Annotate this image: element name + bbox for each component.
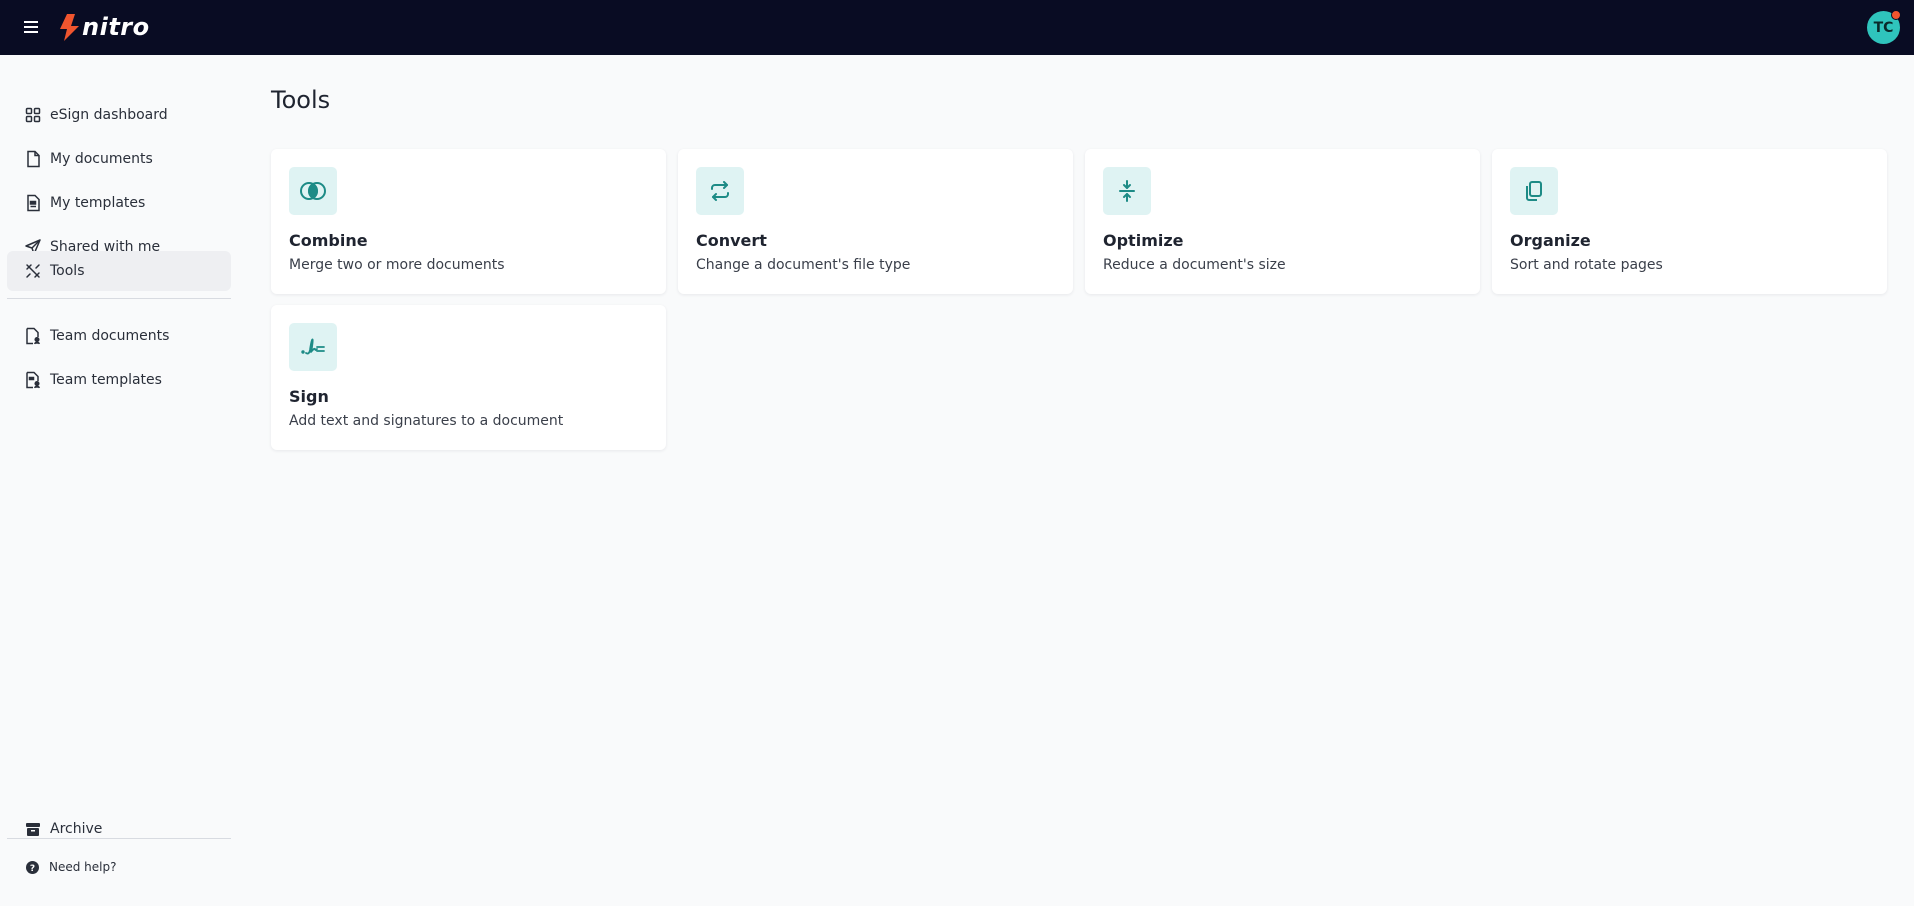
menu-icon[interactable] [22,16,42,38]
sidebar-item-label: Archive [50,821,103,837]
notification-dot [1891,10,1901,20]
sidebar-item-tools[interactable]: Tools [7,251,231,291]
sidebar-item-label: Team documents [50,328,170,344]
convert-icon [696,167,744,215]
nitro-logo-mark-icon [60,14,79,41]
grid-icon [24,106,42,124]
sidebar: eSign dashboard My documents My template… [0,55,238,906]
tool-card-description: Sort and rotate pages [1510,257,1663,273]
signature-icon [289,323,337,371]
tool-card-organize[interactable]: Organize Sort and rotate pages [1492,149,1887,294]
tools-icon [24,262,42,280]
sidebar-item-label: Tools [50,263,85,279]
nitro-logo[interactable]: nitro [58,11,150,43]
tool-card-title: Convert [696,231,767,250]
tool-card-description: Change a document's file type [696,257,911,273]
tool-card-title: Optimize [1103,231,1184,250]
sidebar-item-my-templates[interactable]: My templates [7,183,231,223]
sidebar-item-label: Team templates [50,372,162,388]
avatar-initials: TC [1873,19,1894,36]
tool-card-description: Merge two or more documents [289,257,505,273]
team-document-icon [24,327,42,345]
need-help-label: Need help? [49,860,117,874]
sidebar-item-label: My templates [50,195,146,211]
svg-text:?: ? [29,864,34,874]
sidebar-item-team-templates[interactable]: Team templates [7,360,231,400]
help-icon: ? [25,860,39,874]
tool-card-title: Combine [289,231,368,250]
optimize-icon [1103,167,1151,215]
sidebar-item-label: eSign dashboard [50,107,168,123]
sidebar-item-team-documents[interactable]: Team documents [7,316,231,356]
archive-icon [24,820,42,838]
logo-text: nitro [82,13,150,41]
combine-icon [289,167,337,215]
sidebar-item-archive[interactable]: Archive [7,809,231,849]
sidebar-divider [7,838,231,839]
user-avatar[interactable]: TC [1867,10,1901,44]
tool-card-title: Organize [1510,231,1591,250]
top-bar: nitro TC [0,0,1914,55]
tool-card-title: Sign [289,387,329,406]
tool-card-optimize[interactable]: Optimize Reduce a document's size [1085,149,1480,294]
tool-card-convert[interactable]: Convert Change a document's file type [678,149,1073,294]
sidebar-item-label: My documents [50,151,153,167]
need-help-link[interactable]: ? Need help? [7,849,231,885]
document-icon [24,150,42,168]
tool-card-sign[interactable]: Sign Add text and signatures to a docume… [271,305,666,450]
organize-icon [1510,167,1558,215]
tool-card-description: Add text and signatures to a document [289,413,564,429]
sidebar-divider [7,298,231,299]
sidebar-item-esign-dashboard[interactable]: eSign dashboard [7,95,231,135]
tool-card-combine[interactable]: Combine Merge two or more documents [271,149,666,294]
team-template-icon [24,371,42,389]
tool-card-description: Reduce a document's size [1103,257,1286,273]
page-title: Tools [271,86,331,114]
sidebar-item-my-documents[interactable]: My documents [7,139,231,179]
template-icon [24,194,42,212]
